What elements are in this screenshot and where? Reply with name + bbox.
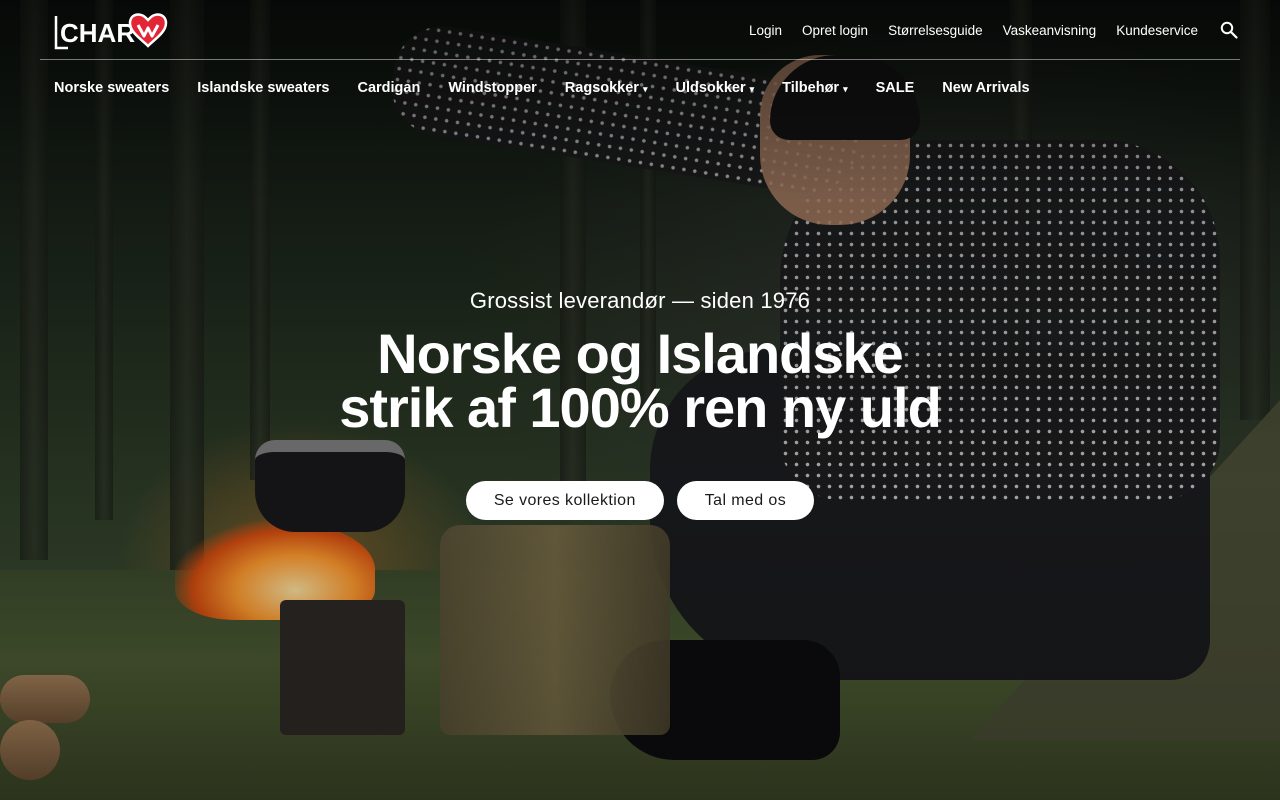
hero-headline-line-2: strik af 100% ren ny uld — [339, 376, 942, 439]
nav-item-windstopper[interactable]: Windstopper — [448, 80, 536, 96]
nav-item-sale[interactable]: SALE — [876, 80, 915, 96]
create-login-link[interactable]: Opret login — [802, 23, 868, 38]
nav-item-label: Ragsokker — [564, 80, 639, 96]
nav-item-label: New Arrivals — [942, 80, 1030, 96]
nav-item-label: Windstopper — [448, 80, 537, 96]
nav-item-uldsokker[interactable]: Uldsokker ▾ — [675, 80, 754, 96]
chevron-down-icon: ▾ — [749, 83, 755, 94]
login-link[interactable]: Login — [749, 23, 782, 38]
nav-item-label: Norske sweaters — [54, 80, 170, 96]
utility-nav: Login Opret login Størrelsesguide Vaskea… — [749, 19, 1240, 41]
hero-section: Grossist leverandør — siden 1976 Norske … — [0, 288, 1280, 436]
nav-item-label: Tilbehør — [782, 80, 840, 96]
top-bar: CHAR Login Opret login Størrelsesguide V… — [40, 0, 1240, 60]
chevron-down-icon: ▾ — [843, 83, 848, 94]
charm-logo-icon: CHAR — [54, 13, 168, 50]
customer-service-link[interactable]: Kundeservice — [1116, 23, 1198, 38]
nav-item-tilbehor[interactable]: Tilbehør ▾ — [782, 80, 847, 96]
nav-item-label: SALE — [875, 80, 915, 96]
see-collection-button[interactable]: Se vores kollektion — [465, 481, 664, 520]
hero-cta-row: Se vores kollektion Tal med os — [0, 481, 1280, 520]
search-icon — [1220, 21, 1238, 39]
nav-item-new-arrivals[interactable]: New Arrivals — [942, 80, 1029, 96]
nav-item-ragsokker[interactable]: Ragsokker ▾ — [565, 80, 648, 96]
hero-eyebrow: Grossist leverandør — siden 1976 — [469, 288, 811, 313]
nav-item-label: Islandske sweaters — [197, 80, 330, 96]
care-instructions-link[interactable]: Vaskeanvisning — [1003, 23, 1097, 38]
nav-item-norske-sweaters[interactable]: Norske sweaters — [54, 80, 169, 96]
nav-item-cardigan[interactable]: Cardigan — [357, 80, 420, 96]
nav-item-label: Cardigan — [357, 80, 421, 96]
contact-us-button[interactable]: Tal med os — [676, 481, 815, 520]
nav-item-label: Uldsokker — [675, 80, 746, 96]
svg-text:CHAR: CHAR — [60, 18, 135, 48]
size-guide-link[interactable]: Størrelsesguide — [888, 23, 983, 38]
hero-headline: Norske og Islandske strik af 100% ren ny… — [0, 326, 1280, 436]
nav-item-islandske-sweaters[interactable]: Islandske sweaters — [197, 80, 329, 96]
main-nav: Norske sweaters Islandske sweaters Cardi… — [54, 80, 1030, 96]
brand-logo[interactable]: CHAR — [54, 12, 176, 50]
search-button[interactable] — [1218, 19, 1240, 41]
chevron-down-icon: ▾ — [642, 83, 648, 94]
